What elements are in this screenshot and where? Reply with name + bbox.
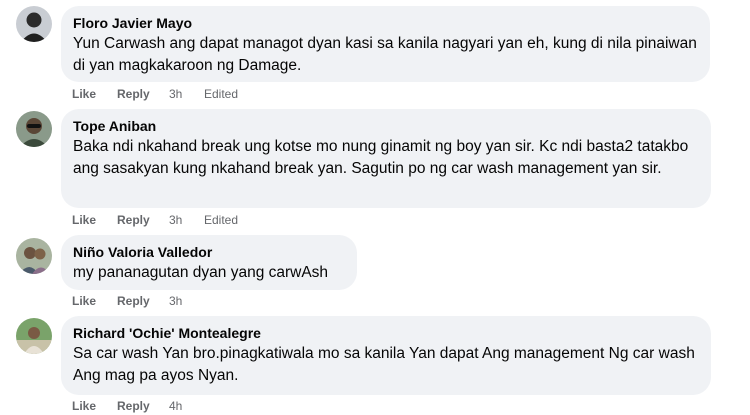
comment-bubble: Richard 'Ochie' Montealegre Sa car wash …	[61, 316, 711, 395]
reply-button[interactable]: Reply	[117, 293, 169, 309]
like-button[interactable]: Like	[72, 398, 117, 414]
comment-author[interactable]: Tope Aniban	[73, 117, 699, 135]
comment-actions: Like Reply 3h Edited	[72, 212, 238, 228]
avatar[interactable]	[16, 318, 52, 354]
reply-button[interactable]: Reply	[117, 398, 169, 414]
comment-bubble: Tope Aniban Baka ndi nkahand break ung k…	[61, 109, 711, 208]
like-button[interactable]: Like	[72, 86, 117, 102]
comment-actions: Like Reply 3h	[72, 293, 204, 309]
comment-bubble: Floro Javier Mayo Yun Carwash ang dapat …	[61, 6, 710, 82]
like-button[interactable]: Like	[72, 212, 117, 228]
comment-timestamp[interactable]: 3h	[169, 86, 204, 102]
edited-label: Edited	[204, 213, 239, 227]
comment-text: Sa car wash Yan bro.pinagkatiwala mo sa …	[73, 345, 695, 384]
reply-button[interactable]: Reply	[117, 212, 169, 228]
avatar[interactable]	[16, 238, 52, 274]
comment-text: Yun Carwash ang dapat managot dyan kasi …	[73, 35, 697, 74]
comment-actions: Like Reply 4h	[72, 398, 204, 414]
comment-timestamp[interactable]: 3h	[169, 293, 204, 309]
comment-author[interactable]: Floro Javier Mayo	[73, 14, 698, 32]
comment-author[interactable]: Richard 'Ochie' Montealegre	[73, 324, 699, 342]
edited-label: Edited	[204, 87, 239, 101]
comment-timestamp[interactable]: 3h	[169, 212, 204, 228]
like-button[interactable]: Like	[72, 293, 117, 309]
reply-button[interactable]: Reply	[117, 86, 169, 102]
comment-timestamp[interactable]: 4h	[169, 398, 204, 414]
comment-text: Baka ndi nkahand break ung kotse mo nung…	[73, 138, 689, 177]
avatar[interactable]	[16, 111, 52, 147]
comment-author[interactable]: Niño Valoria Valledor	[73, 243, 345, 261]
avatar[interactable]	[16, 6, 52, 42]
comment-bubble: Niño Valoria Valledor my pananagutan dya…	[61, 235, 357, 290]
comment-text: my pananagutan dyan yang carwAsh	[73, 264, 329, 281]
comment-actions: Like Reply 3h Edited	[72, 86, 238, 102]
